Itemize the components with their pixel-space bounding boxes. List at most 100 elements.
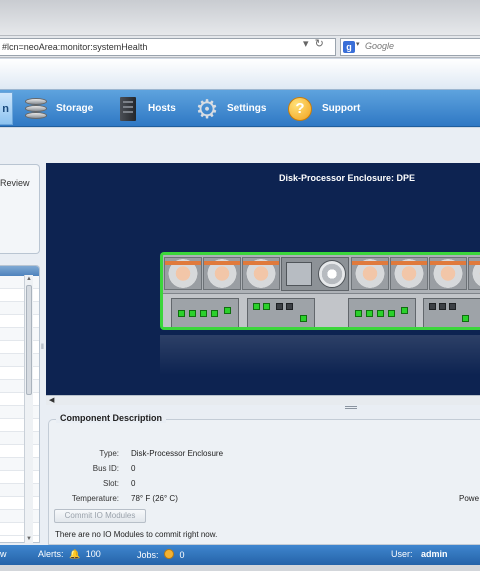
storage-processor-a[interactable] [171,298,239,327]
fan-wheel-icon [318,260,346,288]
nav-item-settings[interactable]: ⚙ Settings [193,90,266,127]
list-item[interactable] [0,432,39,445]
prop-label-slot: Slot: [102,479,119,488]
nav-item-support[interactable]: ? Support [288,90,360,127]
list-item[interactable] [0,276,39,289]
component-legend: Component Description [56,413,167,423]
list-item[interactable] [0,315,39,328]
list-item[interactable] [0,302,39,315]
list-item[interactable] [0,367,39,380]
browser-toolbar [0,0,480,36]
scroll-thumb[interactable] [26,285,32,395]
dpe-graphic[interactable] [160,252,480,332]
prop-label-bus-id: Bus ID: [92,464,119,473]
list-item[interactable] [0,289,39,302]
list-item[interactable] [0,523,39,536]
list-item[interactable] [0,445,39,458]
url-text: #lcn=neoArea:monitor:systemHealth [2,42,148,52]
list-item[interactable] [0,419,39,432]
main-nav: n Storage Hosts ⚙ Settings ? Support [0,90,480,127]
user-info[interactable]: User: admin [391,549,448,559]
jobs-link[interactable]: Jobs: 0 [137,549,185,560]
list-item[interactable] [0,341,39,354]
commit-io-modules-button[interactable]: Commit IO Modules [54,509,146,523]
no-io-message: There are no IO Modules to commit right … [55,530,218,539]
component-description-panel: Type: Disk-Processor Enclosure Bus ID: 0… [46,411,480,545]
component-fieldset: Type: Disk-Processor Enclosure Bus ID: 0… [48,419,480,545]
list-item[interactable] [0,354,39,367]
nav-label-hosts: Hosts [148,103,176,114]
bell-icon: 🔔 [69,549,81,559]
user-label: User: [391,549,413,559]
prop-label-temperature: Temperature: [71,494,119,503]
fan-module-icon[interactable] [390,257,428,290]
review-link[interactable]: Review [0,178,30,188]
left-list-panel [0,265,40,543]
status-left-label[interactable]: w [0,549,7,559]
url-field[interactable]: #lcn=neoArea:monitor:systemHealth [0,38,336,56]
search-field[interactable]: g ▾ Google [340,38,480,56]
prop-value-type: Disk-Processor Enclosure [131,449,224,458]
dpe-chassis[interactable] [160,252,480,330]
viewer-scrollbar[interactable]: ◀ [46,395,480,405]
scroll-up-icon[interactable]: ▲ [26,276,32,282]
browser-bottom-strip [0,565,480,571]
list-item[interactable] [0,510,39,523]
fan-module-icon[interactable] [164,257,202,290]
nav-item-active[interactable]: n [0,92,13,125]
prop-value-slot: 0 [131,479,136,488]
list-item[interactable] [0,393,39,406]
reload-icon[interactable]: ↻ [315,38,324,50]
search-engine-caret-icon[interactable]: ▾ [356,40,360,48]
browser-url-row: #lcn=neoArea:monitor:systemHealth ▾ ↻ g … [0,36,480,58]
list-item[interactable] [0,497,39,510]
scroll-down-icon[interactable]: ▼ [26,536,32,542]
list-item[interactable] [0,458,39,471]
fan-module-icon[interactable] [351,257,389,290]
scroll-left-icon[interactable]: ◀ [49,396,54,404]
prop-label-type: Type: [99,449,119,458]
nav-item-active-label: n [2,103,9,115]
nav-label-storage: Storage [56,103,94,114]
list-item[interactable] [0,471,39,484]
google-icon[interactable]: g [343,41,355,53]
alerts-link[interactable]: Alerts: 🔔 100 [38,549,101,560]
left-summary-panel: Review [0,164,40,254]
fan-module-icon[interactable] [242,257,280,290]
dropdown-arrow-icon[interactable]: ▾ [303,38,309,50]
list-item[interactable] [0,380,39,393]
storage-disks-icon [22,95,50,123]
power-supply-module[interactable] [281,257,349,291]
user-name: admin [421,549,448,559]
list-header [0,266,39,276]
nav-item-storage[interactable]: Storage [22,90,93,127]
list-item[interactable] [0,484,39,497]
list-item[interactable] [0,406,39,419]
nav-label-settings: Settings [227,103,267,114]
dpe-reflection [160,335,480,375]
jobs-label: Jobs: [137,550,159,560]
fan-module-icon[interactable] [203,257,241,290]
question-icon: ? [288,96,312,121]
enclosure-viewer: Disk-Processor Enclosure: DPE [46,163,480,405]
fan-row [163,255,480,293]
status-bar: w Alerts: 🔔 100 Jobs: 0 User: admin [0,545,480,565]
io-module-a[interactable] [247,298,315,327]
io-module-b[interactable] [423,298,480,327]
panel-splitter-handle[interactable]: ‖ [41,344,44,351]
app-header-band [0,59,480,90]
prop-value-bus-id: 0 [131,464,136,473]
resize-grip-icon[interactable] [345,406,357,409]
fan-module-icon[interactable] [429,257,467,290]
prop-value-temperature: 78° F (26° C) [131,494,178,503]
search-placeholder: Google [365,41,395,51]
nav-label-support: Support [322,103,361,114]
storage-processor-b[interactable] [348,298,416,327]
list-item[interactable] [0,328,39,341]
prop-label-power: Powe [459,494,480,503]
jobs-count: 0 [179,550,185,560]
list-scrollbar[interactable]: ▲ ▼ [24,275,33,543]
fan-module-icon[interactable] [468,257,480,290]
nav-item-hosts[interactable]: Hosts [114,90,176,127]
gear-icon: ⚙ [195,93,219,124]
